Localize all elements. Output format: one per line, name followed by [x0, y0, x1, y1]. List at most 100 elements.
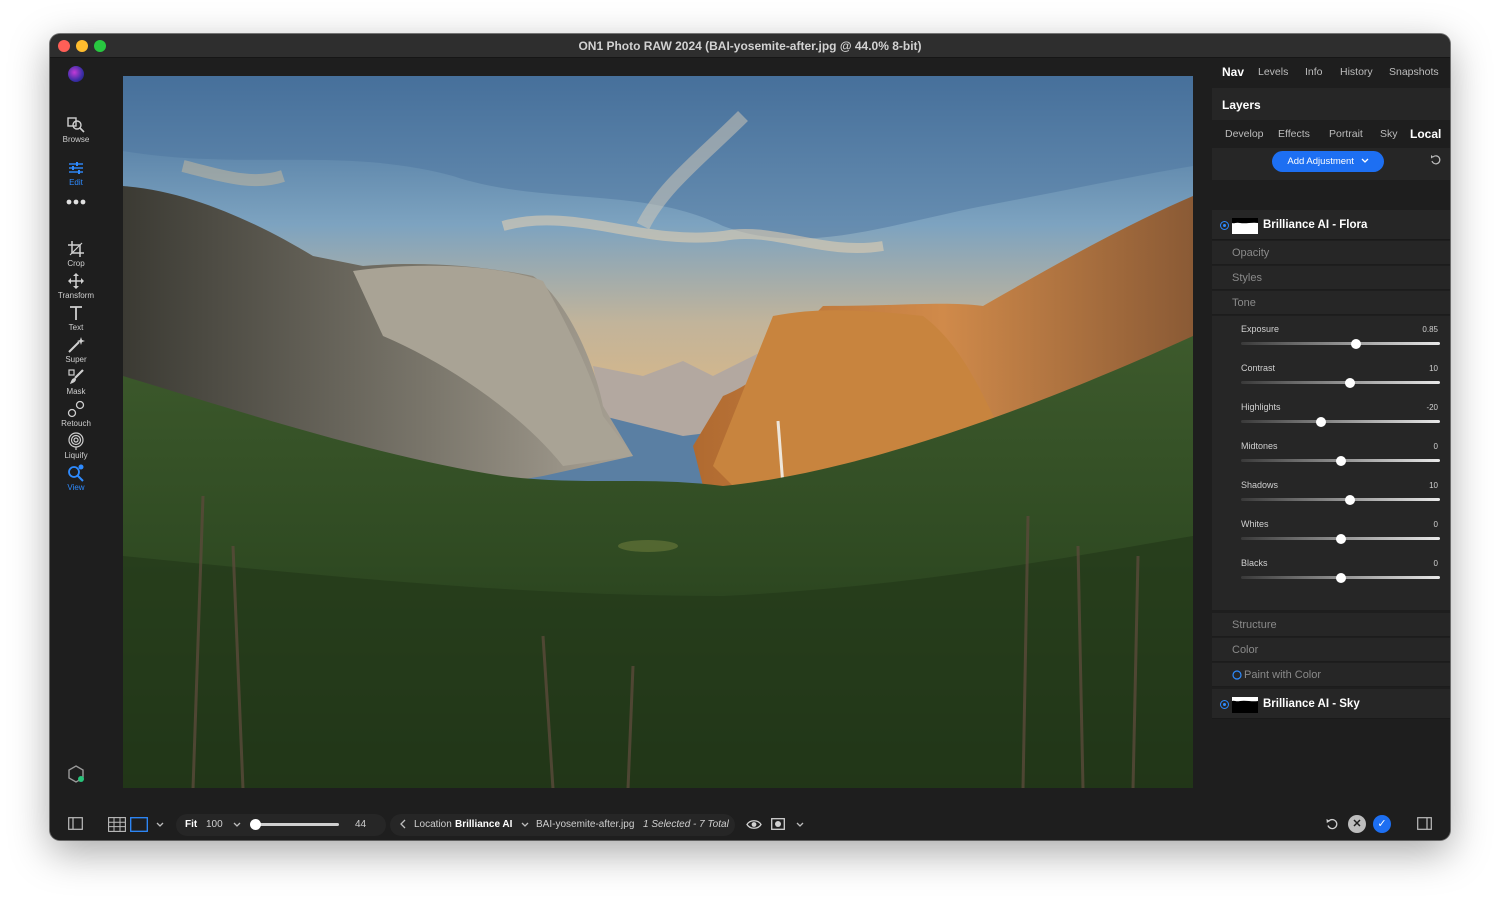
slider-value[interactable]: 10: [1429, 364, 1438, 373]
slider-highlights[interactable]: Highlights -20: [1212, 402, 1450, 438]
slider-value[interactable]: 0: [1434, 559, 1438, 568]
section-color[interactable]: Color: [1212, 638, 1450, 662]
tool-text[interactable]: Text: [50, 304, 102, 332]
layer-mask-thumbnail: [1232, 697, 1258, 713]
chevron-down-icon[interactable]: [156, 822, 164, 828]
tab-portrait[interactable]: Portrait: [1329, 128, 1363, 140]
location-label: Location: [414, 819, 452, 830]
slider-track[interactable]: [1241, 381, 1440, 384]
slider-midtones[interactable]: Midtones 0: [1212, 441, 1450, 477]
reset-icon[interactable]: [1430, 154, 1442, 166]
tool-liquify[interactable]: Liquify: [50, 432, 102, 460]
selection-status: 1 Selected - 7 Total: [643, 819, 729, 830]
slider-label: Blacks: [1241, 558, 1268, 568]
panel-tabs: Nav Levels Info History Snapshots: [1212, 58, 1450, 86]
slider-value[interactable]: 10: [1429, 481, 1438, 490]
tool-view[interactable]: View: [50, 464, 102, 492]
apply-button[interactable]: ✓: [1373, 815, 1391, 833]
slider-track[interactable]: [1241, 342, 1440, 345]
section-label: Opacity: [1232, 247, 1270, 259]
layers-header[interactable]: Layers: [1212, 88, 1450, 120]
slider-track[interactable]: [1241, 420, 1440, 423]
mask-view-icon[interactable]: [771, 818, 785, 830]
layer-row-sky[interactable]: Brilliance AI - Sky: [1212, 689, 1450, 719]
slider-shadows[interactable]: Shadows 10: [1212, 480, 1450, 516]
slider-blacks[interactable]: Blacks 0: [1212, 558, 1450, 594]
slider-value[interactable]: 0: [1434, 520, 1438, 529]
tool-retouch[interactable]: Retouch: [50, 400, 102, 428]
layer-visibility-radio[interactable]: [1220, 221, 1229, 230]
chevron-left-icon[interactable]: [400, 819, 406, 829]
fit-button[interactable]: Fit: [185, 819, 197, 830]
tab-nav[interactable]: Nav: [1222, 65, 1244, 79]
chevron-down-icon[interactable]: [521, 822, 529, 828]
slider-label: Whites: [1241, 519, 1269, 529]
tool-label: Browse: [62, 135, 90, 144]
tab-snapshots[interactable]: Snapshots: [1389, 66, 1439, 78]
extensions-button[interactable]: [50, 764, 102, 785]
browse-icon: [67, 117, 85, 133]
slider-value[interactable]: 0: [1434, 442, 1438, 451]
slider-value[interactable]: -20: [1426, 403, 1438, 412]
right-panel-toggle-icon[interactable]: [1417, 817, 1432, 830]
tool-browse[interactable]: Browse: [50, 116, 102, 144]
app-logo-icon[interactable]: [68, 66, 84, 82]
layer-row-flora[interactable]: Brilliance AI - Flora: [1212, 210, 1450, 240]
location-value[interactable]: Brilliance AI: [455, 819, 512, 830]
undo-icon[interactable]: [1326, 818, 1339, 831]
tool-label: Liquify: [64, 451, 88, 460]
slider-knob[interactable]: [1335, 455, 1346, 466]
cancel-button[interactable]: ✕: [1348, 815, 1366, 833]
slider-exposure[interactable]: Exposure 0.85: [1212, 324, 1450, 360]
single-view-icon[interactable]: [130, 817, 148, 832]
chevron-down-icon[interactable]: [233, 822, 241, 828]
section-structure[interactable]: Structure: [1212, 613, 1450, 637]
left-panel-toggle-icon[interactable]: [68, 817, 83, 830]
section-tone[interactable]: Tone: [1212, 291, 1450, 315]
slider-whites[interactable]: Whites 0: [1212, 519, 1450, 555]
tool-crop[interactable]: Crop: [50, 240, 102, 268]
slider-label: Shadows: [1241, 480, 1279, 490]
add-adjustment-button[interactable]: Add Adjustment: [1272, 151, 1384, 172]
image-canvas[interactable]: [123, 76, 1193, 789]
toggle-circle-icon[interactable]: [1232, 670, 1242, 680]
tool-mask[interactable]: Mask: [50, 368, 102, 396]
magnifier-icon: [68, 464, 84, 482]
zoom-value[interactable]: 100: [206, 819, 223, 830]
tool-label: Text: [68, 323, 84, 332]
tool-transform[interactable]: Transform: [50, 272, 102, 300]
zoom-slider-track[interactable]: [254, 823, 339, 826]
slider-contrast[interactable]: Contrast 10: [1212, 363, 1450, 399]
slider-knob[interactable]: [1345, 494, 1356, 505]
grid-view-icon[interactable]: [108, 817, 126, 832]
tab-effects[interactable]: Effects: [1278, 128, 1310, 140]
tab-info[interactable]: Info: [1305, 66, 1323, 78]
tool-super[interactable]: Super: [50, 336, 102, 364]
section-opacity[interactable]: Opacity: [1212, 241, 1450, 265]
tool-edit[interactable]: Edit: [50, 159, 102, 187]
slider-knob[interactable]: [1345, 377, 1356, 388]
tab-develop[interactable]: Develop: [1225, 128, 1264, 140]
more-tools-button[interactable]: [50, 198, 102, 207]
zoom-slider-knob[interactable]: [250, 819, 261, 830]
slider-track[interactable]: [1241, 498, 1440, 501]
layer-visibility-radio[interactable]: [1220, 700, 1229, 709]
slider-knob[interactable]: [1335, 572, 1346, 583]
preview-eye-icon[interactable]: [746, 819, 762, 830]
slider-knob[interactable]: [1351, 338, 1362, 349]
tool-label: View: [67, 483, 85, 492]
move-icon: [68, 273, 84, 289]
slider-knob[interactable]: [1315, 416, 1326, 427]
tab-local[interactable]: Local: [1410, 127, 1441, 141]
section-styles[interactable]: Styles: [1212, 266, 1450, 290]
bottom-bar: Fit 100 44 Location Brilliance AI BAI-yo…: [50, 788, 1450, 840]
section-paint-with-color[interactable]: Paint with Color: [1212, 663, 1450, 687]
chevron-down-icon[interactable]: [796, 822, 804, 828]
title-bar: ON1 Photo RAW 2024 (BAI-yosemite-after.j…: [50, 34, 1450, 58]
tab-sky[interactable]: Sky: [1380, 128, 1398, 140]
tab-levels[interactable]: Levels: [1258, 66, 1288, 78]
slider-label: Highlights: [1241, 402, 1281, 412]
slider-knob[interactable]: [1335, 533, 1346, 544]
slider-value[interactable]: 0.85: [1422, 325, 1438, 334]
tab-history[interactable]: History: [1340, 66, 1373, 78]
